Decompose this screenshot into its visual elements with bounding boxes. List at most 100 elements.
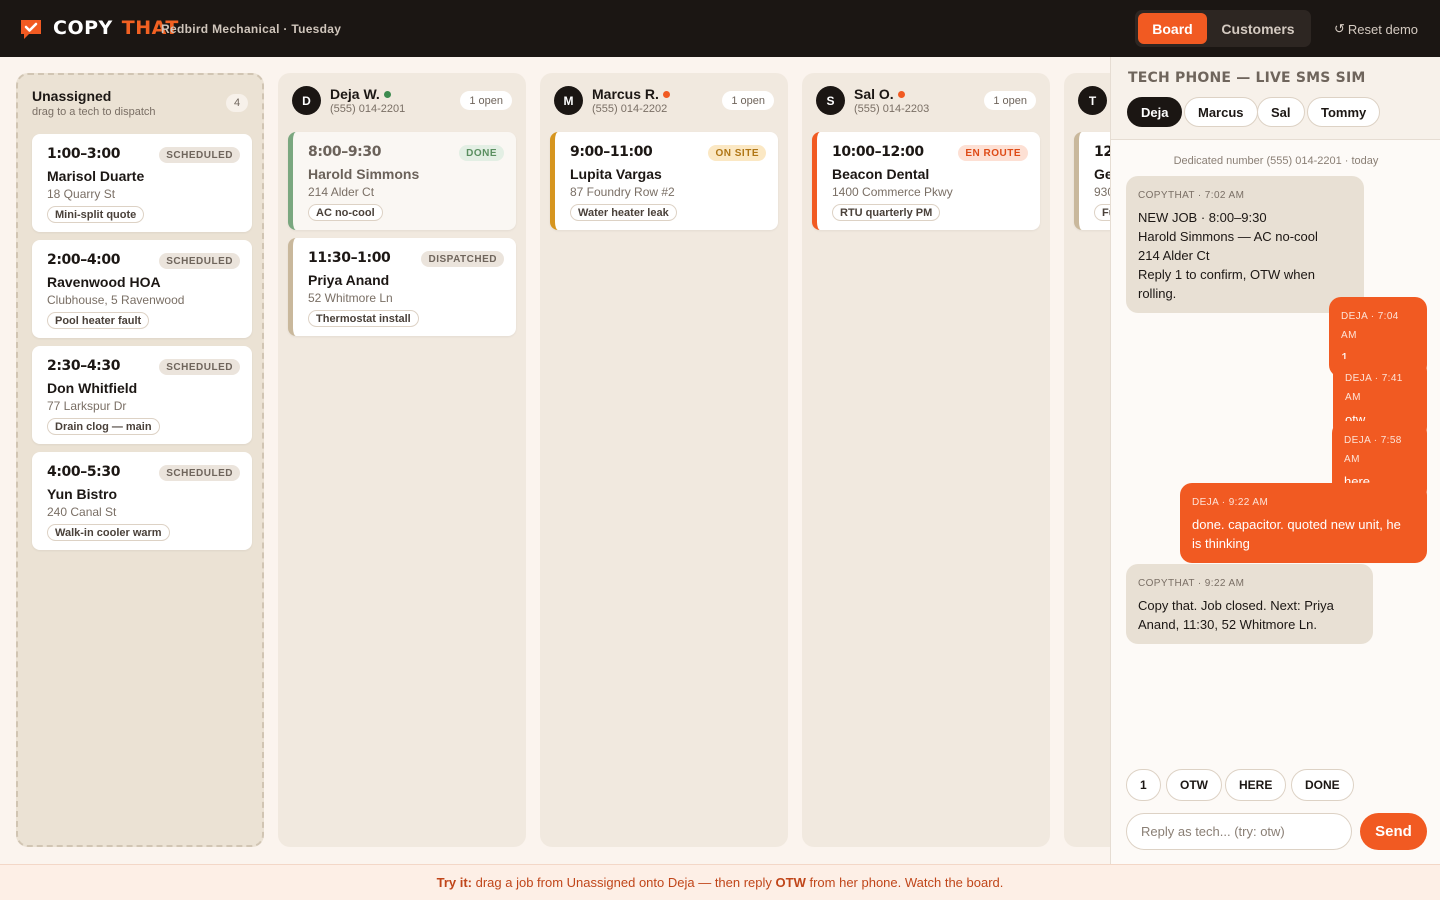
- tab-tommy[interactable]: Tommy: [1307, 97, 1381, 127]
- tab-deja[interactable]: Deja: [1127, 97, 1183, 127]
- unassigned-column[interactable]: Unassigned drag to a tech to dispatch 4 …: [16, 73, 264, 847]
- job-address: Clubhouse, 5 Ravenwood: [47, 293, 185, 307]
- phone-panel-title: TECH PHONE — LIVE SMS SIM: [1128, 70, 1366, 86]
- reset-demo-button[interactable]: ↺ Reset demo: [1334, 21, 1418, 37]
- unassigned-title: Unassigned: [32, 88, 112, 104]
- message-line: is thinking: [1192, 536, 1250, 551]
- tech-column-tommy[interactable]: T 12:0 Ge 930 Fu: [1064, 73, 1110, 847]
- phone-panel-header: TECH PHONE — LIVE SMS SIM Deja Marcus Sa…: [1111, 57, 1440, 140]
- job-address: 87 Foundry Row #2: [570, 185, 675, 199]
- presence-dot-icon: [662, 90, 670, 98]
- status-badge: DISPATCHED: [421, 251, 504, 267]
- nav-customers-button[interactable]: Customers: [1215, 13, 1301, 44]
- dispatch-board: Unassigned drag to a tech to dispatch 4 …: [0, 57, 1110, 864]
- job-card[interactable]: 9:00–11:00 ON SITE Lupita Vargas 87 Foun…: [550, 132, 778, 230]
- tech-phone-panel: TECH PHONE — LIVE SMS SIM Deja Marcus Sa…: [1110, 57, 1440, 864]
- reply-input[interactable]: [1126, 813, 1352, 850]
- job-time: 2:00–4:00: [47, 252, 121, 268]
- status-badge: ON SITE: [708, 145, 766, 161]
- quick-reply-done[interactable]: DONE: [1291, 769, 1354, 801]
- message-line: Reply 1 to confirm, OTW when rolling.: [1138, 267, 1315, 301]
- send-button[interactable]: Send: [1360, 813, 1427, 850]
- avatar: M: [554, 86, 583, 115]
- job-time: 12:0: [1094, 144, 1110, 160]
- view-switcher: Board Customers: [1135, 10, 1311, 47]
- tech-name: Deja W.: [330, 86, 391, 102]
- open-count-badge: 1 open: [460, 91, 512, 110]
- job-address: 52 Whitmore Ln: [308, 291, 393, 305]
- message-line: 214 Alder Ct: [1138, 248, 1210, 263]
- job-customer: Ravenwood HOA: [47, 274, 161, 290]
- job-type-tag: Water heater leak: [570, 204, 677, 221]
- tech-column-sal[interactable]: S Sal O. (555) 014-2203 1 open 10:00–12:…: [802, 73, 1050, 847]
- message-line: Anand, 11:30, 52 Whitmore Ln.: [1138, 617, 1317, 632]
- status-badge: SCHEDULED: [159, 359, 240, 375]
- open-count-badge: 1 open: [722, 91, 774, 110]
- tech-column-marcus[interactable]: M Marcus R. (555) 014-2202 1 open 9:00–1…: [540, 73, 788, 847]
- job-type-tag: Walk-in cooler warm: [47, 524, 170, 541]
- message-meta: DEJA · 7:04 AM: [1341, 311, 1399, 341]
- message-line: Copy that. Job closed. Next: Priya: [1138, 598, 1334, 613]
- company-day-label: Redbird Mechanical · Tuesday: [161, 22, 342, 36]
- reset-demo-label: Reset demo: [1347, 21, 1418, 37]
- chat-check-icon: [21, 20, 41, 39]
- job-type-tag: RTU quarterly PM: [832, 204, 941, 221]
- job-card[interactable]: 2:30–4:30 SCHEDULED Don Whitfield 77 Lar…: [32, 346, 252, 444]
- brand-wordmark: COPY THAT: [53, 17, 179, 39]
- message-line: NEW JOB · 8:00–9:30: [1138, 210, 1267, 225]
- job-type-tag: Pool heater fault: [47, 312, 150, 329]
- job-card[interactable]: 4:00–5:30 SCHEDULED Yun Bistro 240 Canal…: [32, 452, 252, 550]
- job-type-tag: Mini-split quote: [47, 206, 145, 223]
- nav-board-button[interactable]: Board: [1138, 13, 1207, 44]
- avatar: D: [292, 86, 321, 115]
- presence-dot-icon: [897, 90, 905, 98]
- tech-name-label: Deja W.: [330, 86, 380, 102]
- tech-phone: (555) 014-2201: [330, 103, 406, 115]
- presence-dot-icon: [383, 90, 391, 98]
- job-card[interactable]: 12:0 Ge 930 Fu: [1074, 132, 1110, 230]
- job-time: 4:00–5:30: [47, 464, 121, 480]
- hint-text-1: drag a job from Unassigned onto Deja — t…: [472, 875, 776, 890]
- quick-reply-1[interactable]: 1: [1126, 769, 1161, 801]
- job-address: 930: [1094, 185, 1110, 199]
- tech-column-deja[interactable]: D Deja W. (555) 014-2201 1 open 8:00–9:3…: [278, 73, 526, 847]
- tech-phone: (555) 014-2203: [854, 103, 930, 115]
- job-time: 8:00–9:30: [308, 144, 382, 160]
- tech-name-label: Sal O.: [854, 86, 894, 102]
- open-count-badge: 1 open: [984, 91, 1036, 110]
- job-card[interactable]: 11:30–1:00 DISPATCHED Priya Anand 52 Whi…: [288, 238, 516, 336]
- hint-lead: Try it:: [436, 875, 473, 890]
- quick-reply-otw[interactable]: OTW: [1166, 769, 1222, 801]
- job-customer: Ge: [1094, 166, 1110, 182]
- message-meta: DEJA · 7:41 AM: [1345, 373, 1403, 403]
- job-card[interactable]: 2:00–4:00 SCHEDULED Ravenwood HOA Clubho…: [32, 240, 252, 338]
- status-badge: SCHEDULED: [159, 253, 240, 269]
- quick-reply-here[interactable]: HERE: [1225, 769, 1287, 801]
- job-customer: Priya Anand: [308, 272, 390, 288]
- message-meta: COPYTHAT · 9:22 AM: [1138, 578, 1245, 589]
- job-card[interactable]: 10:00–12:00 EN ROUTE Beacon Dental 1400 …: [812, 132, 1040, 230]
- unassigned-subtitle: drag to a tech to dispatch: [32, 106, 156, 118]
- job-customer: Marisol Duarte: [47, 168, 145, 184]
- job-address: 240 Canal St: [47, 505, 117, 519]
- job-card[interactable]: 8:00–9:30 DONE Harold Simmons 214 Alder …: [288, 132, 516, 230]
- message-incoming: COPYTHAT · 7:02 AM NEW JOB · 8:00–9:30 H…: [1126, 176, 1364, 313]
- status-badge: SCHEDULED: [159, 465, 240, 481]
- tab-sal[interactable]: Sal: [1257, 97, 1305, 127]
- status-badge: EN ROUTE: [958, 145, 1028, 161]
- job-time: 9:00–11:00: [570, 144, 653, 160]
- hint-bar: Try it: drag a job from Unassigned onto …: [0, 864, 1440, 900]
- tech-phone: (555) 014-2202: [592, 103, 668, 115]
- message-line: done. capacitor. quoted new unit, he: [1192, 517, 1401, 532]
- avatar: S: [816, 86, 845, 115]
- job-address: 18 Quarry St: [47, 187, 116, 201]
- status-badge: DONE: [459, 145, 504, 161]
- job-type-tag: Fu: [1094, 204, 1110, 221]
- message-line: Harold Simmons — AC no-cool: [1138, 229, 1318, 244]
- job-time: 11:30–1:00: [308, 250, 391, 266]
- tab-marcus[interactable]: Marcus: [1184, 97, 1258, 127]
- message-meta: DEJA · 9:22 AM: [1192, 497, 1269, 508]
- job-customer: Beacon Dental: [832, 166, 930, 182]
- avatar: T: [1078, 86, 1107, 115]
- job-card[interactable]: 1:00–3:00 SCHEDULED Marisol Duarte 18 Qu…: [32, 134, 252, 232]
